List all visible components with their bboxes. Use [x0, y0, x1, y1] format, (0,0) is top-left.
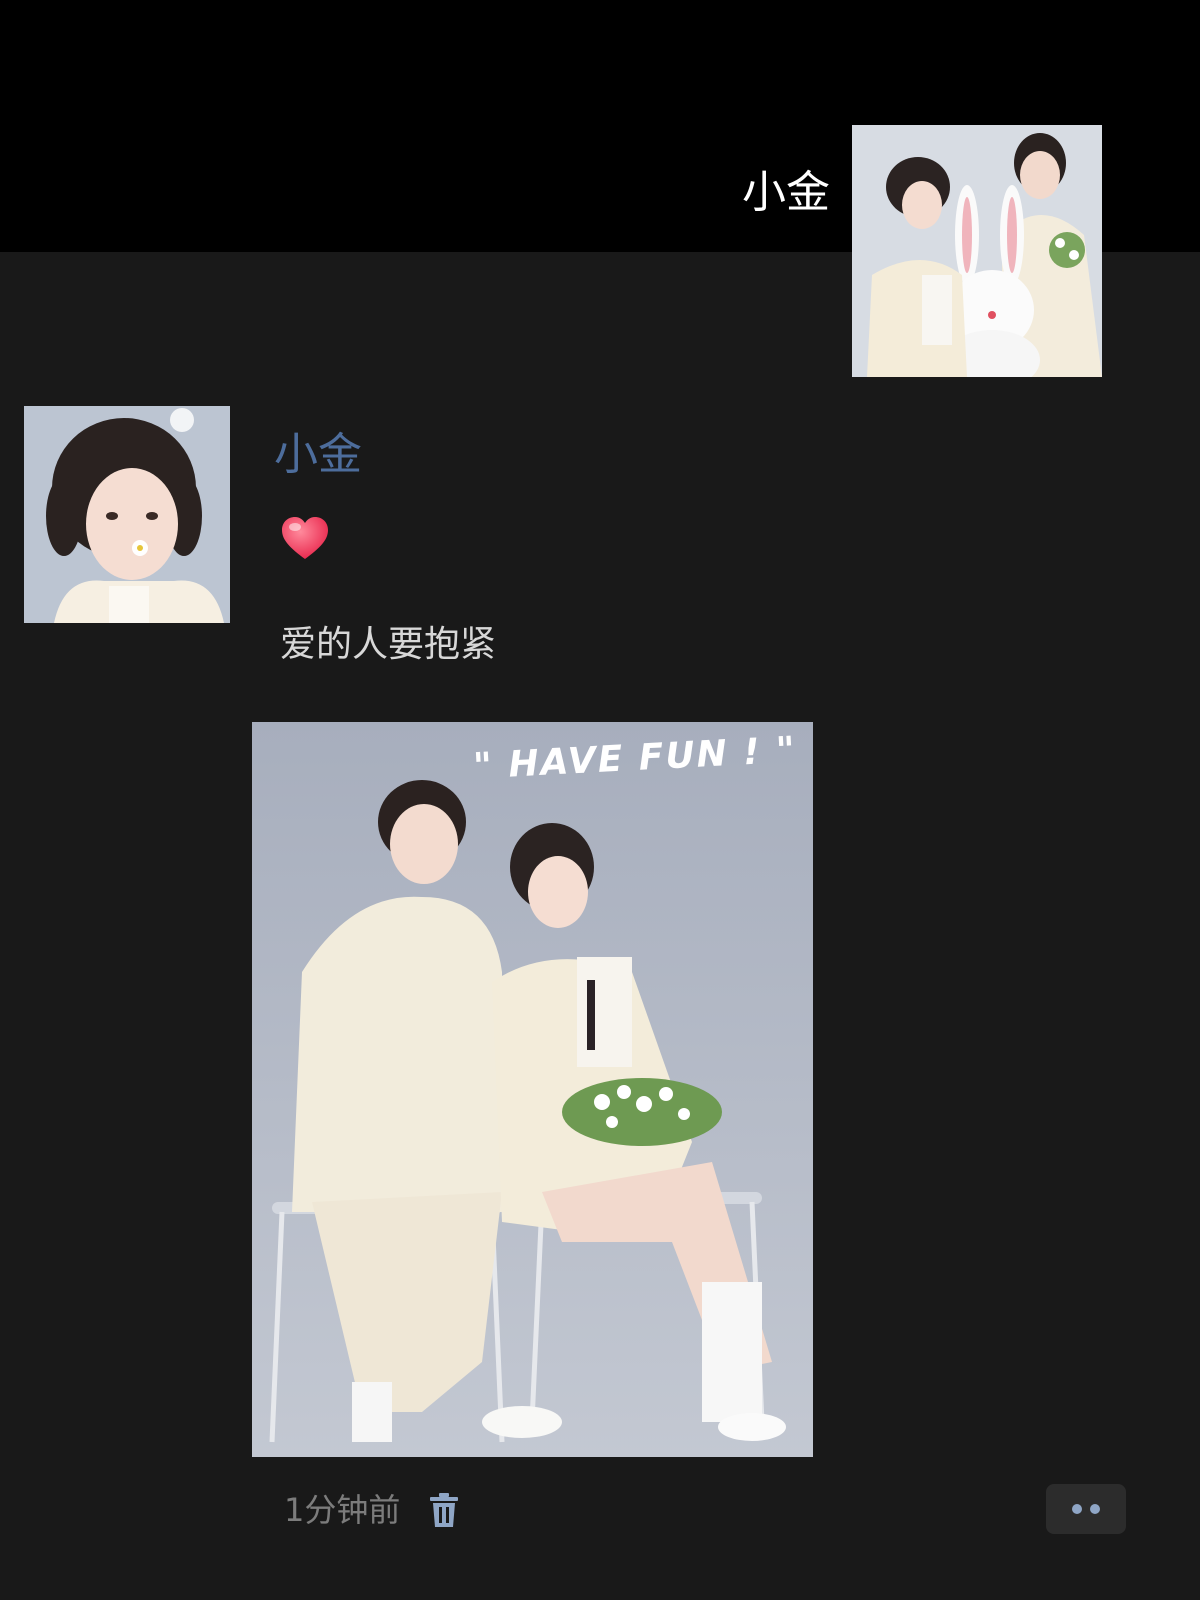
- more-dot-left: [1072, 1504, 1082, 1514]
- post-photo-image: [252, 722, 813, 1457]
- profile-cover-photo[interactable]: [852, 125, 1102, 377]
- heart-emoji: [282, 517, 328, 559]
- more-dot-right: [1090, 1504, 1100, 1514]
- post-author-name[interactable]: 小金: [274, 426, 362, 484]
- avatar-image: [24, 406, 230, 623]
- post-photo[interactable]: " HAVE FUN ! ": [252, 722, 813, 1457]
- delete-icon[interactable]: [430, 1493, 459, 1527]
- header-user-name: 小金: [742, 167, 830, 218]
- more-icon[interactable]: [1046, 1484, 1126, 1534]
- post-timestamp: 1分钟前: [284, 1491, 401, 1529]
- post-caption: 爱的人要抱紧: [280, 624, 497, 665]
- cover-photo-image: [852, 125, 1102, 377]
- avatar[interactable]: [24, 406, 230, 623]
- post-meta-row: 1分钟前: [284, 1484, 459, 1536]
